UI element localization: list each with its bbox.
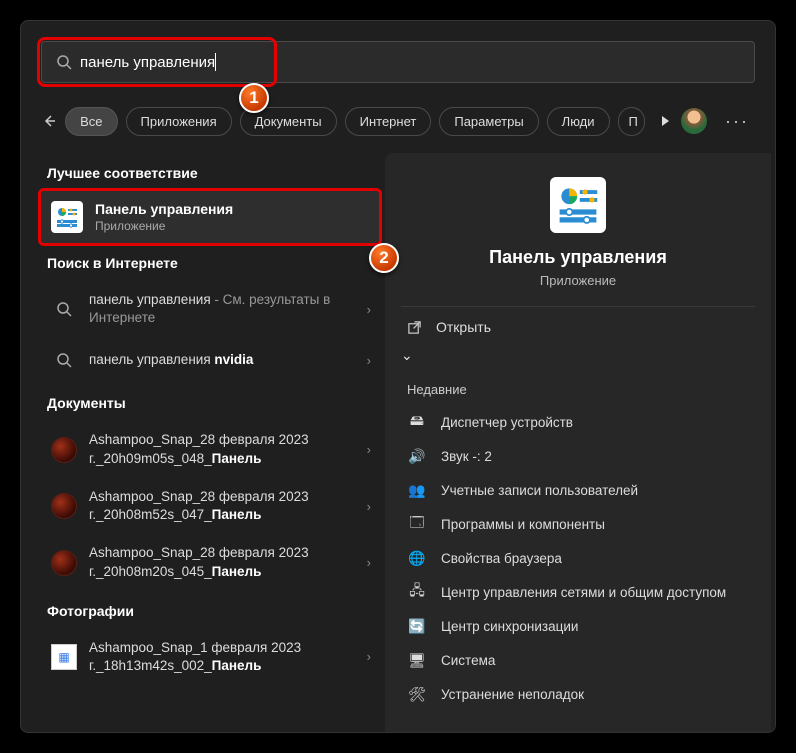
filter-settings[interactable]: Параметры [439,107,538,136]
programs-icon: 🗔 [407,514,427,534]
doc-text: Ashampoo_Snap_28 февраля 2023г._20h08m20… [89,544,309,580]
doc-text: Ashampoo_Snap_28 февраля 2023г._20h09m05… [89,431,309,467]
browser-props-icon: 🌐 [407,548,427,568]
chevron-right-icon: › [367,555,371,570]
doc-result-0[interactable]: Ashampoo_Snap_28 февраля 2023г._20h09m05… [41,421,379,477]
photo-result-0[interactable]: ▦ Ashampoo_Snap_1 февраля 2023г._18h13m4… [41,629,379,685]
photos-header: Фотографии [41,591,379,629]
control-panel-icon [51,201,83,233]
recent-item-8[interactable]: 🛠Устранение неполадок [401,677,755,711]
open-label: Открыть [436,319,491,335]
recent-header: Недавние [401,364,755,405]
filter-all[interactable]: Все [65,107,117,136]
doc-result-1[interactable]: Ashampoo_Snap_28 февраля 2023г._20h08m52… [41,478,379,534]
filter-right-cluster: ··· [681,108,755,134]
recent-item-6[interactable]: 🔄Центр синхронизации [401,609,755,643]
web-result-text: панель управления nvidia [89,351,253,369]
photo-thumb-icon: ▦ [51,644,77,670]
ashampoo-icon [51,493,77,519]
preview-column: Панель управления Приложение Открыть ⌄ Н… [385,153,771,732]
open-action[interactable]: Открыть [401,306,755,347]
sound-icon: 🔊 [407,446,427,466]
filter-bar: Все Приложения Документы Интернет Параме… [41,101,755,141]
more-button[interactable]: ··· [719,111,755,132]
chevron-right-icon: › [367,353,371,368]
recent-item-2[interactable]: 👥Учетные записи пользователей [401,473,755,507]
chevron-right-icon: › [367,649,371,664]
filter-more-trunc[interactable]: П [618,107,645,136]
recent-item-0[interactable]: 🖴Диспетчер устройств [401,405,755,439]
best-match-header: Лучшее соответствие [41,153,379,191]
recent-item-7[interactable]: 🖥Система [401,643,755,677]
photo-text: Ashampoo_Snap_1 февраля 2023г._18h13m42s… [89,639,301,675]
filter-web[interactable]: Интернет [345,107,432,136]
search-icon [51,296,77,322]
chevron-down-icon[interactable]: ⌄ [401,347,413,363]
web-result-text: панель управления - См. результаты в Инт… [89,291,369,327]
best-match-title: Панель управления [95,201,233,217]
sync-center-icon: 🔄 [407,616,427,636]
search-query: панель управления [80,54,215,71]
filter-apps[interactable]: Приложения [126,107,232,136]
chevron-right-icon: › [367,442,371,457]
preview-title: Панель управления [489,247,667,268]
text-cursor [215,53,216,71]
search-icon [51,347,77,373]
web-result-1[interactable]: панель управления nvidia › [41,337,379,383]
device-manager-icon: 🖴 [407,412,427,432]
preview-subtitle: Приложение [540,273,616,288]
recent-item-4[interactable]: 🌐Свойства браузера [401,541,755,575]
chevron-right-icon: › [367,499,371,514]
search-icon [56,54,72,70]
recent-item-3[interactable]: 🗔Программы и компоненты [401,507,755,541]
annotation-badge-2: 2 [369,243,399,273]
best-match-item[interactable]: Панель управления Приложение [41,191,379,243]
user-avatar[interactable] [681,108,707,134]
ashampoo-icon [51,437,77,463]
web-header: Поиск в Интернете [41,243,379,281]
best-match-text: Панель управления Приложение [95,201,233,233]
web-result-0[interactable]: панель управления - См. результаты в Инт… [41,281,379,337]
annotation-badge-1: 1 [239,83,269,113]
ashampoo-icon [51,550,77,576]
doc-result-2[interactable]: Ashampoo_Snap_28 февраля 2023г._20h08m20… [41,534,379,590]
arrow-left-icon [41,113,57,129]
network-center-icon: 🖧 [407,582,427,602]
control-panel-icon-large [550,177,606,233]
results-column: Лучшее соответствие Панель управления Пр… [21,153,385,732]
docs-header: Документы [41,383,379,421]
start-search-panel: панель управления Все Приложения Докумен… [20,20,776,733]
system-icon: 🖥 [407,650,427,670]
open-icon [407,320,422,335]
search-box[interactable]: панель управления [41,41,755,83]
doc-text: Ashampoo_Snap_28 февраля 2023г._20h08m52… [89,488,309,524]
back-button[interactable] [41,106,57,136]
users-icon: 👥 [407,480,427,500]
troubleshoot-icon: 🛠 [407,684,427,704]
preview-header: Панель управления Приложение [401,153,755,306]
recent-item-1[interactable]: 🔊Звук -: 2 [401,439,755,473]
recent-item-5[interactable]: 🖧Центр управления сетями и общим доступо… [401,575,755,609]
best-match-subtitle: Приложение [95,219,233,233]
chevron-right-icon: › [367,302,371,317]
play-icon [659,115,671,127]
content-area: Лучшее соответствие Панель управления Пр… [21,153,775,732]
filter-people[interactable]: Люди [547,107,610,136]
filter-scroll-right[interactable] [657,106,673,136]
